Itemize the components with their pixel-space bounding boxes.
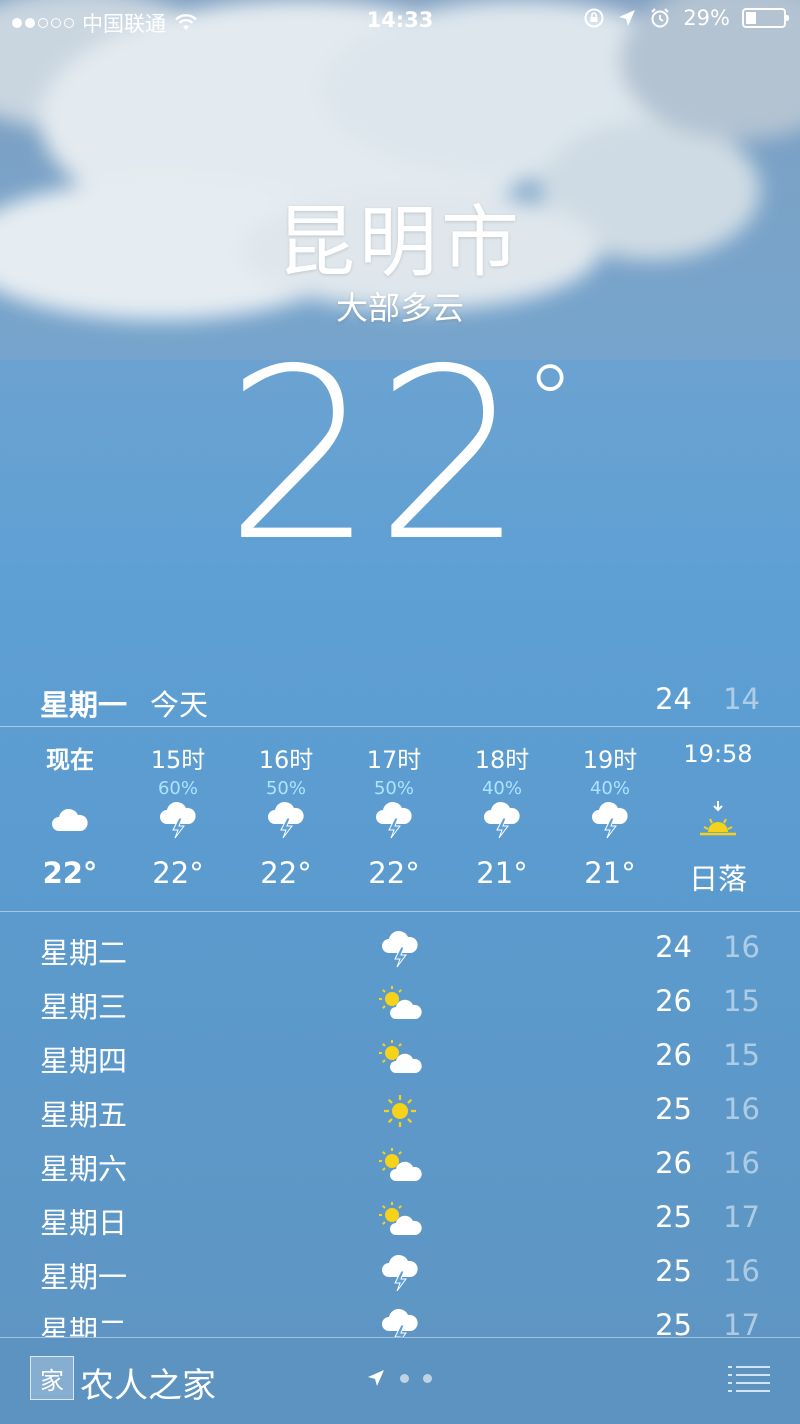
hour-precip: 40% — [481, 778, 522, 799]
hour-time: 15时 — [150, 746, 206, 774]
hour-item: 17时 50% 22° — [340, 740, 448, 890]
daily-row: 星期日 25 17 — [0, 1198, 800, 1252]
sun-icon — [375, 1088, 425, 1134]
hour-temp: 22° — [260, 856, 312, 890]
hour-time: 17时 — [366, 746, 422, 774]
thunderstorm-icon — [340, 798, 448, 842]
hour-time: 19:58 — [683, 740, 753, 768]
hour-precip — [16, 778, 124, 798]
location-arrow-icon — [619, 10, 636, 26]
status-bar: 中国联通 14:33 29% — [0, 0, 800, 40]
thunderstorm-icon — [448, 798, 556, 842]
hour-item: 18时 40% 21° — [448, 740, 556, 890]
hour-temp: 22° — [368, 856, 420, 890]
temperature-value: 22 — [224, 318, 526, 593]
partly-sunny-icon — [375, 1196, 425, 1242]
daily-row: 星期一 25 16 — [0, 1252, 800, 1306]
hour-temp: 21° — [584, 856, 636, 890]
hour-temp: 日落 — [688, 862, 747, 896]
page-dot[interactable] — [423, 1373, 432, 1383]
hour-temp: 21° — [476, 856, 528, 890]
daily-row: 星期四 26 15 — [0, 1036, 800, 1090]
daily-high: 25 — [655, 1200, 692, 1234]
today-day: 星期一 — [40, 688, 128, 722]
city-name: 昆明市 — [276, 198, 523, 288]
partly-sunny-icon — [375, 1142, 425, 1188]
daily-high: 25 — [655, 1254, 692, 1288]
watermark-logo: 家 — [30, 1356, 74, 1400]
daily-low: 16 — [723, 1092, 760, 1126]
hour-temp: 22° — [42, 856, 98, 890]
hour-time: 现在 — [46, 746, 94, 774]
hour-time: 16时 — [258, 746, 314, 774]
status-right: 29% — [583, 6, 789, 30]
daily-low: 15 — [723, 984, 760, 1018]
daily-low: 17 — [723, 1200, 760, 1234]
thunderstorm-icon — [375, 1250, 425, 1296]
list-icon[interactable] — [728, 1364, 770, 1394]
sunset-icon — [664, 798, 772, 842]
logo-glyph: 家 — [40, 1366, 64, 1395]
daily-low: 16 — [723, 1254, 760, 1288]
daily-high: 26 — [655, 1146, 692, 1180]
hour-time: 19时 — [582, 746, 638, 774]
daily-row: 星期三 26 15 — [0, 982, 800, 1036]
hour-precip: 40% — [589, 778, 630, 799]
daily-row: 星期二 24 16 — [0, 928, 800, 982]
divider-top — [0, 726, 800, 727]
hourly-forecast[interactable]: 现在 22° 15时 60% 22° 16时 50% 22° 17时 50% 2… — [0, 740, 800, 910]
daily-high: 26 — [655, 1038, 692, 1072]
thunderstorm-icon — [232, 798, 340, 842]
hour-item: 15时 60% 22° — [124, 740, 232, 890]
rotation-lock-icon — [584, 8, 604, 28]
daily-row: 星期六 26 16 — [0, 1144, 800, 1198]
partly-sunny-icon — [375, 980, 425, 1026]
page-dot[interactable] — [400, 1373, 409, 1383]
daily-day: 星期二 — [40, 936, 128, 970]
hour-time: 18时 — [474, 746, 530, 774]
daily-day: 星期六 — [40, 1152, 128, 1186]
today-high: 24 — [655, 682, 692, 716]
alarm-icon — [651, 8, 670, 28]
watermark-text: 农人之家 — [80, 1366, 216, 1406]
daily-high: 25 — [655, 1092, 692, 1126]
daily-low: 15 — [723, 1038, 760, 1072]
hour-precip — [664, 778, 772, 798]
hour-precip: 60% — [157, 778, 198, 799]
daily-row: 星期五 25 16 — [0, 1090, 800, 1144]
hour-precip: 50% — [265, 778, 306, 799]
today-low: 14 — [723, 682, 760, 716]
hour-item: 19时 40% 21° — [556, 740, 664, 890]
hour-precip: 50% — [373, 778, 414, 799]
degree-symbol: ° — [525, 343, 576, 460]
today-label: 今天 — [150, 688, 209, 722]
hour-temp: 22° — [152, 856, 204, 890]
current-temperature: 22° — [0, 338, 800, 574]
daily-day: 星期日 — [40, 1206, 128, 1240]
divider-bottom — [0, 911, 800, 912]
daily-day: 星期一 — [40, 1260, 128, 1294]
partly-sunny-icon — [375, 1034, 425, 1080]
battery-percent: 29% — [683, 6, 730, 30]
hour-item: 16时 50% 22° — [232, 740, 340, 890]
thunderstorm-icon — [124, 798, 232, 842]
battery-icon — [742, 8, 789, 28]
thunderstorm-icon — [375, 926, 425, 972]
daily-day: 星期四 — [40, 1044, 128, 1078]
location-arrow-icon[interactable] — [366, 1368, 386, 1388]
thunderstorm-icon — [556, 798, 664, 842]
bottom-toolbar: 家 农人之家 — [0, 1337, 800, 1424]
page-indicator[interactable] — [366, 1368, 432, 1388]
hour-item: 现在 22° — [16, 740, 124, 890]
daily-high: 26 — [655, 984, 692, 1018]
daily-high: 24 — [655, 930, 692, 964]
hour-item: 19:58 日落 — [664, 740, 772, 898]
daily-day: 星期三 — [40, 990, 128, 1024]
daily-low: 16 — [723, 930, 760, 964]
today-row: 星期一 今天 24 14 — [0, 680, 800, 724]
cloud-icon — [16, 798, 124, 842]
daily-low: 16 — [723, 1146, 760, 1180]
daily-day: 星期五 — [40, 1098, 128, 1132]
